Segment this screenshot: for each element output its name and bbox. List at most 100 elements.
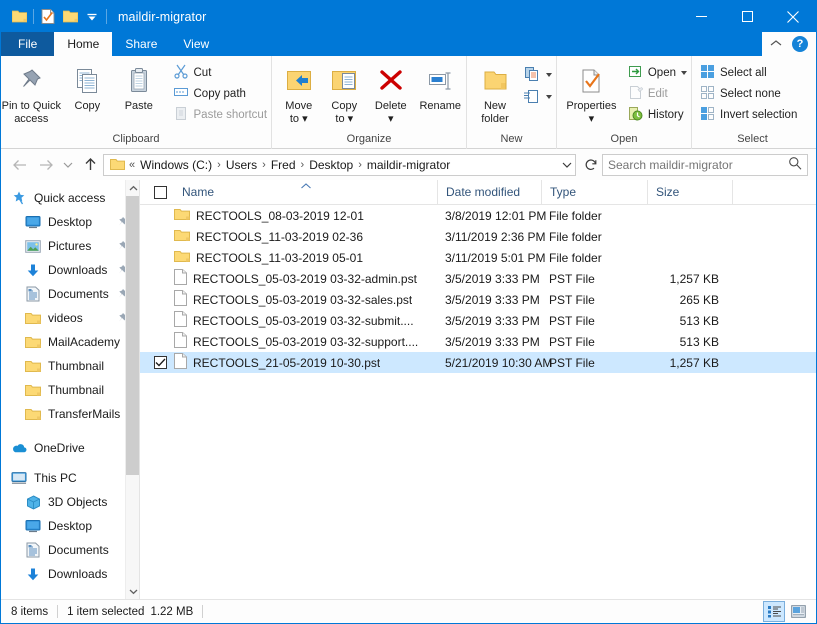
breadcrumb-item-2[interactable]: Fred: [268, 158, 299, 172]
column-header-type[interactable]: Type: [541, 180, 647, 205]
nav-item-onedrive[interactable]: OneDrive: [1, 436, 139, 460]
tab-file[interactable]: File: [1, 32, 55, 56]
row-checkbox-checked[interactable]: [154, 356, 167, 369]
breadcrumb[interactable]: « Windows (C:) › Users › Fred › Desktop …: [103, 153, 576, 176]
nav-item-pictures[interactable]: Pictures: [1, 234, 139, 258]
nav-item-desktop-pc[interactable]: Desktop: [1, 514, 139, 538]
search-icon[interactable]: [788, 156, 802, 173]
row-type-cell: File folder: [549, 229, 602, 244]
table-row[interactable]: RECTOOLS_21-05-2019 10-30.pst 5/21/2019 …: [140, 352, 816, 373]
details-view-button[interactable]: [763, 601, 785, 622]
rename-button[interactable]: Rename: [415, 60, 466, 112]
table-row[interactable]: RECTOOLS_05-03-2019 03-32-sales.pst 3/5/…: [140, 289, 816, 310]
table-row[interactable]: RECTOOLS_05-03-2019 03-32-admin.pst 3/5/…: [140, 268, 816, 289]
breadcrumb-sep-1[interactable]: ›: [260, 159, 268, 171]
nav-item-mailacademy[interactable]: MailAcademy: [1, 330, 139, 354]
properties-dropdown-caret[interactable]: ▾: [589, 113, 595, 125]
table-row[interactable]: RECTOOLS_08-03-2019 12-01 3/8/2019 12:01…: [140, 205, 816, 226]
copy-path-button[interactable]: Copy path: [169, 83, 272, 104]
minimize-button[interactable]: [678, 1, 724, 32]
maximize-button[interactable]: [724, 1, 770, 32]
search-input[interactable]: Search maildir-migrator: [608, 158, 788, 172]
breadcrumb-item-1[interactable]: Users: [223, 158, 260, 172]
navigation-pane-scrollbar[interactable]: [125, 180, 139, 599]
nav-item-this-pc[interactable]: This PC: [1, 466, 139, 490]
nav-item-thumbnail-2[interactable]: Thumbnail: [1, 378, 139, 402]
search-box[interactable]: Search maildir-migrator: [602, 153, 808, 176]
copy-button[interactable]: Copy: [62, 60, 113, 112]
paste-shortcut-button[interactable]: Paste shortcut: [169, 104, 272, 125]
history-button[interactable]: History: [624, 104, 691, 125]
edit-button[interactable]: Edit: [624, 83, 691, 104]
new-folder-button[interactable]: New folder: [473, 60, 517, 125]
nav-item-videos[interactable]: videos: [1, 306, 139, 330]
breadcrumb-sep-0[interactable]: ›: [215, 159, 223, 171]
cut-button[interactable]: Cut: [169, 62, 272, 83]
nav-item-documents-pc[interactable]: Documents: [1, 538, 139, 562]
open-caret-icon[interactable]: [681, 70, 687, 75]
column-header-date-modified[interactable]: Date modified: [437, 180, 541, 205]
help-icon[interactable]: ?: [792, 36, 808, 52]
forward-button[interactable]: [33, 153, 59, 177]
breadcrumb-item-4[interactable]: maildir-migrator: [364, 158, 453, 172]
properties-button[interactable]: Properties ▾: [561, 60, 622, 125]
tab-view[interactable]: View: [170, 32, 222, 56]
select-all-checkbox[interactable]: [154, 185, 167, 199]
close-button[interactable]: [770, 1, 816, 32]
collapse-ribbon-icon[interactable]: [770, 37, 782, 51]
copy-to-button[interactable]: Copy to ▾: [322, 60, 368, 125]
nav-item-3d-objects[interactable]: 3D Objects: [1, 490, 139, 514]
open-button[interactable]: Open: [624, 62, 691, 83]
column-header-name[interactable]: Name: [174, 180, 437, 205]
nav-item-thumbnail-1[interactable]: Thumbnail: [1, 354, 139, 378]
table-row[interactable]: RECTOOLS_05-03-2019 03-32-submit.... 3/5…: [140, 310, 816, 331]
nav-item-downloads-pc[interactable]: Downloads: [1, 562, 139, 586]
open-label: Open: [647, 66, 676, 79]
breadcrumb-sep-2[interactable]: ›: [299, 159, 307, 171]
nav-item-quick-access[interactable]: Quick access: [1, 186, 139, 210]
row-name-cell: RECTOOLS_05-03-2019 03-32-sales.pst: [174, 290, 437, 309]
new-item-button[interactable]: [519, 64, 556, 86]
easy-access-caret-icon[interactable]: [546, 95, 552, 99]
nav-item-documents[interactable]: Documents: [1, 282, 139, 306]
select-all-checkbox-cell[interactable]: [140, 180, 174, 205]
nav-item-desktop[interactable]: Desktop: [1, 210, 139, 234]
navigation-pane-scroll-thumb[interactable]: [126, 196, 139, 475]
easy-access-button[interactable]: [519, 86, 556, 108]
pin-to-quick-access-button[interactable]: Pin to Quick access: [1, 60, 62, 125]
nav-item-downloads[interactable]: Downloads: [1, 258, 139, 282]
scroll-down-arrow[interactable]: [126, 583, 139, 599]
column-header-size[interactable]: Size: [647, 180, 732, 205]
qat-folder-icon[interactable]: [8, 6, 30, 28]
invert-selection-button[interactable]: Invert selection: [696, 104, 801, 125]
new-item-caret-icon[interactable]: [546, 73, 552, 77]
breadcrumb-overflow[interactable]: «: [127, 159, 137, 171]
nav-label-quick-access: Quick access: [34, 191, 106, 205]
scroll-up-arrow[interactable]: [126, 180, 139, 196]
row-checkbox-cell[interactable]: [140, 356, 174, 369]
select-none-button[interactable]: Select none: [696, 83, 801, 104]
breadcrumb-item-0[interactable]: Windows (C:): [137, 158, 215, 172]
delete-dropdown-caret[interactable]: ▾: [388, 113, 394, 125]
move-to-button[interactable]: Move to ▾: [276, 60, 322, 125]
large-icons-view-button[interactable]: [788, 602, 808, 621]
table-row[interactable]: RECTOOLS_05-03-2019 03-32-support.... 3/…: [140, 331, 816, 352]
qat-new-folder-icon[interactable]: [59, 6, 81, 28]
select-all-button[interactable]: Select all: [696, 62, 801, 83]
table-row[interactable]: RECTOOLS_11-03-2019 02-36 3/11/2019 2:36…: [140, 226, 816, 247]
refresh-button[interactable]: [580, 154, 602, 176]
nav-item-transfermails[interactable]: TransferMails: [1, 402, 139, 426]
tab-home[interactable]: Home: [54, 32, 113, 56]
breadcrumb-sep-3[interactable]: ›: [356, 159, 364, 171]
back-button[interactable]: [7, 153, 33, 177]
customize-qat-icon[interactable]: [81, 6, 103, 28]
tab-share[interactable]: Share: [112, 32, 170, 56]
qat-properties-icon[interactable]: [37, 6, 59, 28]
recent-locations-button[interactable]: [59, 153, 77, 177]
breadcrumb-item-3[interactable]: Desktop: [306, 158, 356, 172]
table-row[interactable]: RECTOOLS_11-03-2019 05-01 3/11/2019 5:01…: [140, 247, 816, 268]
paste-button[interactable]: Paste: [113, 60, 164, 112]
breadcrumb-dropdown-icon[interactable]: [559, 160, 575, 170]
delete-button[interactable]: Delete ▾: [367, 60, 415, 125]
up-button[interactable]: [77, 153, 103, 177]
